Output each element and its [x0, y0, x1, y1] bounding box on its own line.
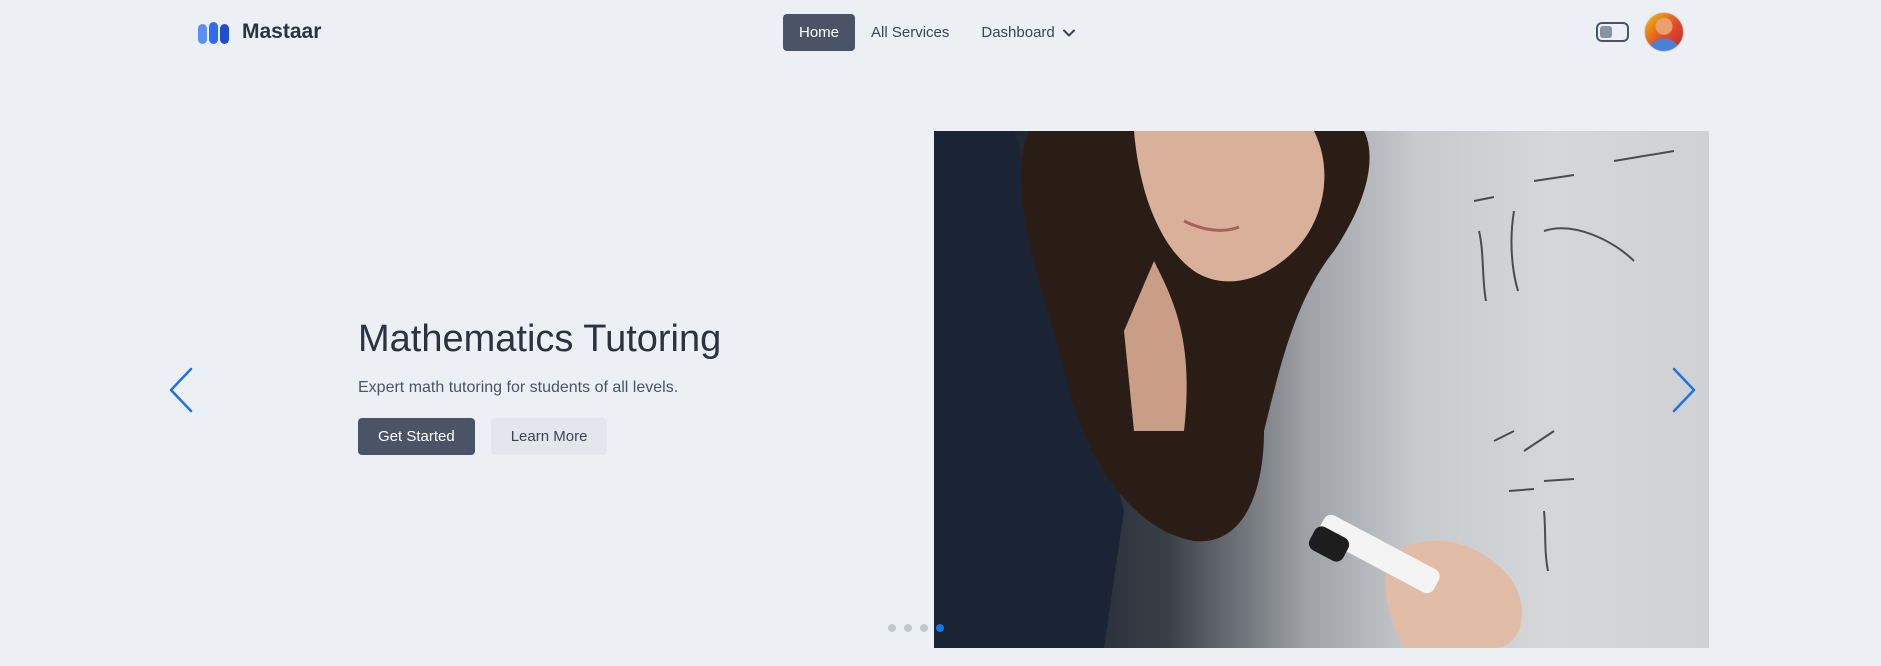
nav-dashboard[interactable]: Dashboard [965, 14, 1090, 51]
brand-link[interactable]: Mastaar [198, 16, 321, 48]
chevron-down-icon [1062, 29, 1075, 36]
carousel-indicator-active[interactable] [936, 624, 944, 632]
navbar: Mastaar Home All Services Dashboard [0, 0, 1881, 64]
tutoring-photo-illustration [934, 131, 1675, 648]
slide-title: Mathematics Tutoring [358, 318, 722, 360]
carousel-indicator[interactable] [904, 624, 912, 632]
nav-all-services[interactable]: All Services [855, 14, 965, 51]
nav-all-services-label: All Services [871, 24, 950, 41]
nav-home[interactable]: Home [783, 14, 856, 51]
slide-actions: Get Started Learn More [358, 418, 878, 455]
chevron-right-icon [1672, 367, 1696, 413]
carousel-next-button[interactable] [1670, 366, 1698, 414]
carousel-indicators [888, 624, 944, 632]
theme-toggle[interactable] [1596, 22, 1629, 42]
nav-home-label: Home [799, 24, 840, 41]
slide-image [934, 131, 1709, 648]
brand-name: Mastaar [242, 20, 322, 43]
slide-subtitle: Expert math tutoring for students of all… [358, 379, 679, 396]
learn-more-button[interactable]: Learn More [490, 418, 608, 455]
carousel-slide-content: Mathematics Tutoring Expert math tutorin… [358, 316, 878, 455]
chevron-left-icon [169, 367, 193, 413]
get-started-button[interactable]: Get Started [358, 418, 475, 455]
carousel-indicator[interactable] [888, 624, 896, 632]
user-avatar[interactable] [1644, 12, 1684, 52]
toggle-icon [1600, 26, 1612, 38]
main-nav: Home All Services Dashboard [783, 14, 1091, 51]
carousel-indicator[interactable] [920, 624, 928, 632]
carousel-prev-button[interactable] [167, 366, 195, 414]
brand-logo-icon [198, 22, 229, 44]
nav-dashboard-label: Dashboard [981, 24, 1055, 41]
